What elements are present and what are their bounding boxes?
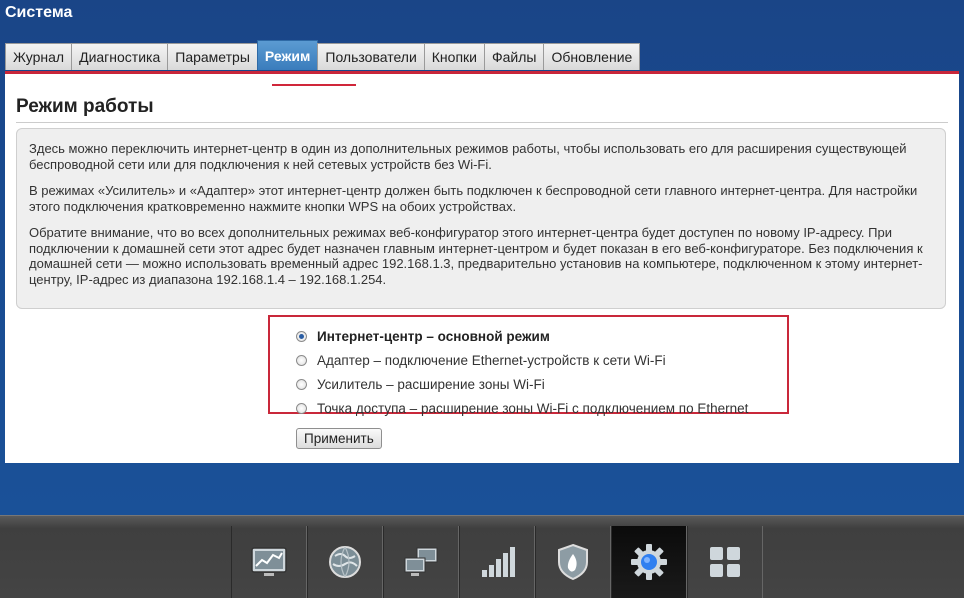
radio-button[interactable] — [296, 378, 307, 390]
mode-option-repeater[interactable]: Усилитель – расширение зоны Wi-Fi — [270, 372, 787, 396]
tab-underline-highlight — [272, 84, 356, 86]
dock-item-internet[interactable] — [307, 526, 383, 598]
mode-option-label: Усилитель – расширение зоны Wi-Fi — [317, 376, 545, 392]
mode-option-internet-center[interactable]: Интернет-центр – основной режим — [270, 324, 787, 348]
dock-item-monitor[interactable] — [231, 526, 307, 598]
mode-option-adapter[interactable]: Адаптер – подключение Ethernet-устройств… — [270, 348, 787, 372]
apps-grid-icon — [710, 547, 740, 577]
info-paragraph: В режимах «Усилитель» и «Адаптер» этот и… — [29, 183, 918, 214]
mode-option-label: Точка доступа – расширение зоны Wi-Fi с … — [317, 400, 749, 416]
signal-bars-icon — [482, 547, 515, 577]
bottom-dock — [0, 515, 964, 598]
tab-update[interactable]: Обновление — [543, 43, 641, 70]
dock-item-apps[interactable] — [687, 526, 763, 598]
shield-icon — [558, 543, 588, 581]
dock-item-wifi[interactable] — [459, 526, 535, 598]
radio-button-checked[interactable] — [296, 330, 307, 342]
info-paragraph: Обратите внимание, что во всех дополните… — [29, 225, 923, 287]
content-panel: Режим работы Здесь можно переключить инт… — [5, 71, 959, 463]
title-divider — [16, 122, 948, 123]
tab-users[interactable]: Пользователи — [317, 43, 425, 70]
mode-options-group: Интернет-центр – основной режим Адаптер … — [268, 315, 789, 416]
dock-items — [231, 526, 763, 598]
tab-parameters[interactable]: Параметры — [167, 43, 258, 70]
dock-item-system[interactable] — [611, 526, 687, 598]
tab-diagnostics[interactable]: Диагностика — [71, 43, 169, 70]
info-paragraph: Здесь можно переключить интернет-центр в… — [29, 141, 907, 172]
globe-icon — [329, 546, 361, 578]
tab-files[interactable]: Файлы — [483, 43, 545, 70]
apply-button[interactable]: Применить — [296, 428, 382, 449]
dock-item-security[interactable] — [535, 526, 611, 598]
tab-bar: Журнал Диагностика Параметры Режим Польз… — [5, 40, 641, 71]
mode-option-access-point[interactable]: Точка доступа – расширение зоны Wi-Fi с … — [270, 396, 787, 420]
section-title: Режим работы — [16, 96, 154, 117]
tab-buttons[interactable]: Кнопки — [423, 43, 485, 70]
tab-log[interactable]: Журнал — [5, 43, 73, 70]
monitor-chart-icon — [251, 547, 287, 576]
radio-button[interactable] — [296, 354, 307, 366]
gear-icon — [631, 544, 667, 580]
top-area: Система Журнал Диагностика Параметры Реж… — [0, 0, 964, 515]
network-computers-icon — [404, 547, 438, 576]
dock-item-network[interactable] — [383, 526, 459, 598]
app-title: Система — [5, 4, 73, 21]
radio-button[interactable] — [296, 402, 307, 414]
mode-option-label: Интернет-центр – основной режим — [317, 328, 550, 344]
info-box: Здесь можно переключить интернет-центр в… — [16, 128, 946, 309]
tab-mode[interactable]: Режим — [256, 40, 319, 70]
mode-option-label: Адаптер – подключение Ethernet-устройств… — [317, 352, 666, 368]
